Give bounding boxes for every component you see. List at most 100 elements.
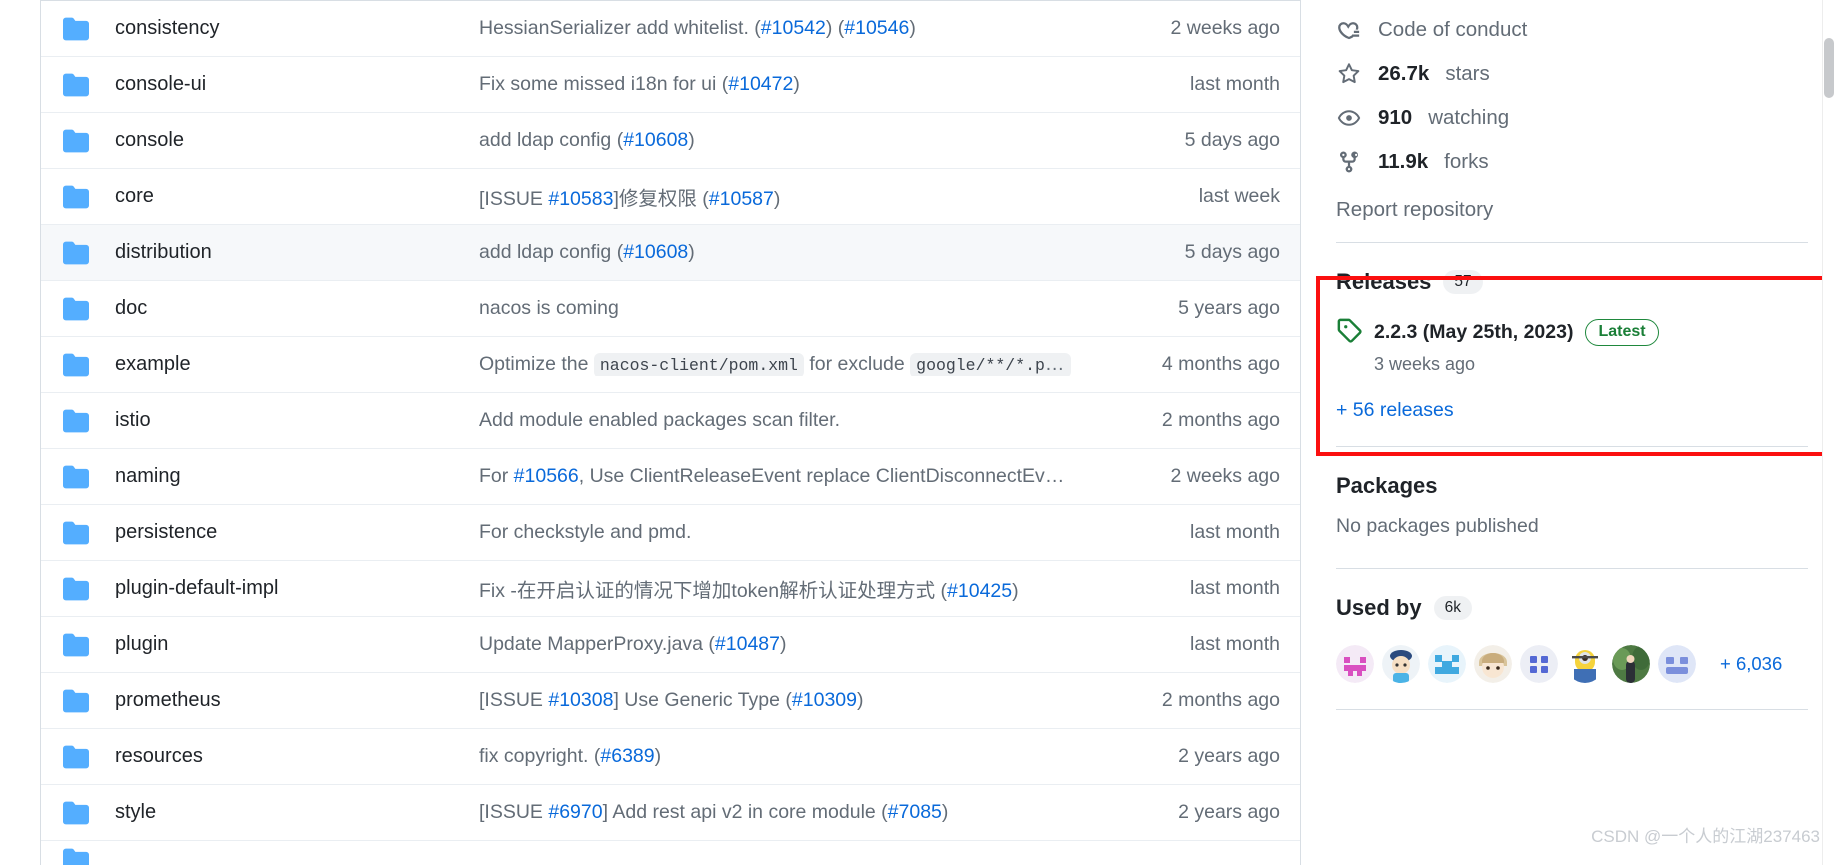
table-row[interactable]: example Optimize the nacos-client/pom.xml…	[41, 336, 1300, 392]
commit-message[interactable]: Fix some missed i18n for ui (#10472)	[479, 73, 1090, 96]
table-row[interactable]: prometheus [ISSUE #10308] Use Generic Typ…	[41, 672, 1300, 728]
commit-message[interactable]: add ldap config (#10608)	[479, 241, 1090, 264]
file-name-link[interactable]: plugin-default-impl	[115, 577, 479, 600]
commit-message[interactable]: [ISSUE #10308] Use Generic Type (#10309)	[479, 689, 1090, 712]
commit-time: 5 days ago	[1184, 129, 1280, 151]
file-name-link[interactable]: naming	[115, 465, 479, 488]
commit-time: 2 months ago	[1161, 689, 1280, 711]
commit-time: last month	[1190, 577, 1280, 599]
release-published-time: 3 weeks ago	[1374, 354, 1476, 374]
fork-icon	[1336, 150, 1362, 174]
folder-icon	[63, 520, 115, 546]
sidebar-item-label: watching	[1428, 106, 1510, 129]
file-name-link[interactable]: persistence	[115, 521, 479, 544]
file-name-link[interactable]: console-ui	[115, 73, 479, 96]
commit-time: last week	[1198, 185, 1280, 207]
commit-message[interactable]: For #10566, Use ClientReleaseEvent repla…	[479, 465, 1090, 488]
folder-icon	[63, 576, 115, 602]
table-row[interactable]: istio Add module enabled packages scan fi…	[41, 392, 1300, 448]
file-name-link[interactable]: core	[115, 185, 479, 208]
used-by-avatars: + 6,036	[1336, 645, 1808, 683]
commit-time: 2 months ago	[1161, 409, 1280, 431]
commit-message[interactable]: Update MapperProxy.java (#10487)	[479, 633, 1090, 656]
avatar[interactable]	[1474, 645, 1512, 683]
file-name-link[interactable]: example	[115, 353, 479, 376]
folder-icon	[63, 632, 115, 658]
releases-title: Releases	[1336, 269, 1432, 294]
used-by-more-count[interactable]: + 6,036	[1720, 653, 1782, 675]
page-scrollbar[interactable]	[1822, 0, 1836, 865]
table-row[interactable]: core [ISSUE #10583]修复权限 (#10587) last week	[41, 168, 1300, 224]
folder-icon	[63, 296, 115, 322]
sidebar-item-code-of-conduct[interactable]: Code of conduct	[1336, 8, 1808, 52]
folder-icon	[63, 352, 115, 378]
commit-message[interactable]: add ldap config (#10608)	[479, 129, 1090, 152]
folder-icon	[63, 184, 115, 210]
avatar[interactable]	[1566, 645, 1604, 683]
releases-count-badge: 57	[1443, 269, 1483, 295]
avatar[interactable]	[1612, 645, 1650, 683]
repo-page: consistency HessianSerializer add whiteli…	[0, 0, 1836, 865]
file-name-link[interactable]: istio	[115, 409, 479, 432]
sidebar-item-star[interactable]: 26.7k stars	[1336, 52, 1808, 96]
folder-icon	[63, 72, 115, 98]
table-row[interactable]: console-ui Fix some missed i18n for ui (#…	[41, 56, 1300, 112]
file-name-link[interactable]: consistency	[115, 17, 479, 40]
avatar[interactable]	[1428, 645, 1466, 683]
commit-time: 2 years ago	[1178, 801, 1280, 823]
commit-message[interactable]: fix copyright. (#6389)	[479, 745, 1090, 768]
sidebar-divider-4	[1336, 709, 1808, 710]
folder-icon	[63, 240, 115, 266]
used-by-heading: Used by 6k	[1336, 595, 1808, 621]
sidebar-item-label: forks	[1444, 150, 1489, 173]
table-row[interactable]: plugin-default-impl Fix -在开启认证的情况下增加token…	[41, 560, 1300, 616]
folder-icon	[63, 464, 115, 490]
file-name-link[interactable]: resources	[115, 745, 479, 768]
commit-time: last month	[1190, 521, 1280, 543]
commit-message[interactable]: Optimize the nacos-client/pom.xml for ex…	[479, 353, 1090, 376]
packages-section: Packages No packages published	[1336, 447, 1808, 538]
commit-time: 5 days ago	[1184, 241, 1280, 263]
used-by-count-badge: 6k	[1433, 595, 1472, 621]
sidebar-item-fork[interactable]: 11.9k forks	[1336, 140, 1808, 184]
table-row[interactable]: style [ISSUE #6970] Add rest api v2 in co…	[41, 784, 1300, 840]
code-of-conduct-icon	[1336, 18, 1362, 42]
commit-message[interactable]: For checkstyle and pmd.	[479, 521, 1090, 544]
commit-message[interactable]: Fix -在开启认证的情况下增加token解析认证处理方式 (#10425)	[479, 574, 1090, 603]
commit-message[interactable]: HessianSerializer add whitelist. (#10542…	[479, 17, 1090, 40]
sidebar-item-eye[interactable]: 910 watching	[1336, 96, 1808, 140]
table-row[interactable]: naming For #10566, Use ClientReleaseEvent…	[41, 448, 1300, 504]
table-row[interactable]: consistency HessianSerializer add whiteli…	[41, 0, 1300, 56]
table-row[interactable]: resources fix copyright. (#6389) 2 years a…	[41, 728, 1300, 784]
avatar[interactable]	[1382, 645, 1420, 683]
file-name-link[interactable]: style	[115, 801, 479, 824]
avatar[interactable]	[1658, 645, 1696, 683]
table-row[interactable]	[41, 840, 1300, 865]
commit-time: 4 months ago	[1161, 353, 1280, 375]
table-row[interactable]: persistence For checkstyle and pmd. last m…	[41, 504, 1300, 560]
file-name-link[interactable]: doc	[115, 297, 479, 320]
table-row[interactable]: distribution add ldap config (#10608) 5 da…	[41, 224, 1300, 280]
more-releases-link[interactable]: + 56 releases	[1336, 399, 1808, 422]
file-name-link[interactable]: prometheus	[115, 689, 479, 712]
file-table: consistency HessianSerializer add whiteli…	[40, 0, 1301, 865]
table-row[interactable]: plugin Update MapperProxy.java (#10487) la…	[41, 616, 1300, 672]
commit-message[interactable]: [ISSUE #10583]修复权限 (#10587)	[479, 182, 1090, 211]
releases-section: Releases 57 2.2.3 (May 25th, 2023) Lates…	[1336, 243, 1808, 422]
file-name-link[interactable]: plugin	[115, 633, 479, 656]
avatar[interactable]	[1520, 645, 1558, 683]
scrollbar-thumb[interactable]	[1824, 38, 1834, 98]
commit-message[interactable]: Add module enabled packages scan filter.	[479, 409, 1090, 432]
file-name-link[interactable]: distribution	[115, 241, 479, 264]
table-row[interactable]: console add ldap config (#10608) 5 days ag…	[41, 112, 1300, 168]
used-by-title: Used by	[1336, 595, 1422, 620]
table-row[interactable]: doc nacos is coming 5 years ago	[41, 280, 1300, 336]
commit-message[interactable]: [ISSUE #6970] Add rest api v2 in core mo…	[479, 801, 1090, 824]
folder-icon	[63, 800, 115, 826]
avatar[interactable]	[1336, 645, 1374, 683]
commit-time: 5 years ago	[1178, 297, 1280, 319]
commit-message[interactable]: nacos is coming	[479, 297, 1090, 320]
report-repository-link[interactable]: Report repository	[1336, 184, 1808, 222]
latest-release-row[interactable]: 2.2.3 (May 25th, 2023) Latest	[1336, 317, 1808, 348]
file-name-link[interactable]: console	[115, 129, 479, 152]
